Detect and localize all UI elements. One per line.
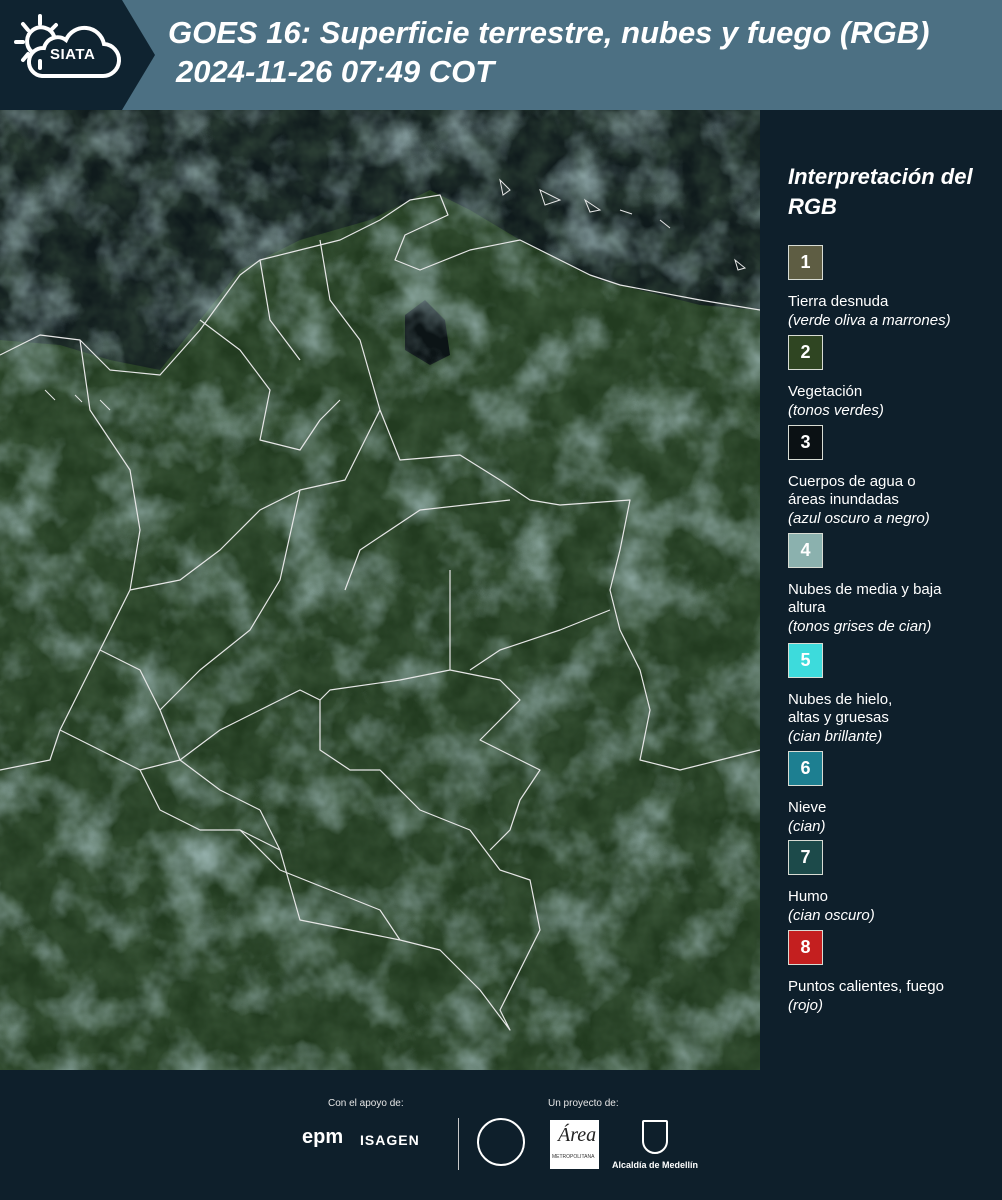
legend-swatch: 7 [788,840,823,875]
cloud-layer [0,110,760,1070]
legend-label: Nubes de hielo, altas y gruesas [788,691,893,726]
siata-logo: SIATA [0,0,155,110]
page-title: GOES 16: Superficie terrestre, nubes y f… [168,15,930,50]
legend-desc: (cian brillante) [788,728,883,745]
area-logo-text: Área [558,1124,597,1146]
epm-logo: epm [302,1126,344,1148]
legend-title: Interpretación del RGB [788,164,973,219]
legend-swatch: 6 [788,751,823,786]
legend-item-ice-clouds: 5 Nubes de hielo, altas y gruesas (cian … [788,643,998,746]
support-label: Con el apoyo de: [328,1098,404,1109]
legend-label: Tierra desnuda [788,293,889,310]
legend-label: Puntos calientes, fuego [788,978,944,995]
legend-swatch: 4 [788,533,823,568]
area-logo-subtext: METROPOLITANA [552,1154,595,1160]
legend-swatch: 5 [788,643,823,678]
page-timestamp: 2024-11-26 07:49 COT [176,54,495,89]
legend-desc: (tonos verdes) [788,402,884,419]
satellite-image [0,110,760,1070]
legend-label: Nubes de media y baja altura [788,581,942,616]
legend-label: Cuerpos de agua o áreas inundadas [788,473,916,508]
legend-desc: (verde oliva a marrones) [788,312,951,329]
legend-swatch: 3 [788,425,823,460]
footer-divider [458,1118,459,1170]
legend-swatch: 2 [788,335,823,370]
isagen-logo: ISAGEN [360,1132,420,1148]
legend-label: Vegetación [788,383,863,400]
legend-item-snow: 6 Nieve (cian) [788,751,998,836]
legend-swatch: 8 [788,930,823,965]
legend-panel: Interpretación del RGB 1 Tierra desnuda … [760,110,1002,1070]
legend-label: Humo [788,888,829,905]
university-seal-icon [477,1118,525,1166]
legend-swatch: 1 [788,245,823,280]
legend-desc: (tonos grises de cian) [788,618,932,635]
legend-item-smoke: 7 Humo (cian oscuro) [788,840,998,925]
legend-desc: (rojo) [788,997,824,1014]
legend-desc: (cian) [788,818,826,835]
alcaldia-logo-text: Alcaldía de Medellín [612,1160,699,1170]
header-bar: SIATA GOES 16: Superficie terrestre, nub… [0,0,1002,110]
legend-item-vegetation: 2 Vegetación (tonos verdes) [788,335,998,420]
legend-label: Nieve [788,799,827,816]
area-metropolitana-logo: Área METROPOLITANA [550,1120,599,1169]
legend-desc: (cian oscuro) [788,907,875,924]
legend-item-bare-soil: 1 Tierra desnuda (verde oliva a marrones… [788,245,998,330]
legend-item-water: 3 Cuerpos de agua o áreas inundadas (azu… [788,425,998,528]
legend-item-low-clouds: 4 Nubes de media y baja altura (tonos gr… [788,533,998,636]
logo-text: SIATA [50,46,96,63]
project-label: Un proyecto de: [548,1098,619,1109]
legend-item-fire: 8 Puntos calientes, fuego (rojo) [788,930,998,1015]
legend-desc: (azul oscuro a negro) [788,510,930,527]
alcaldia-shield-icon [642,1120,668,1154]
satellite-map[interactable] [0,110,760,1070]
footer: Con el apoyo de: Un proyecto de: epm ISA… [0,1070,1002,1200]
